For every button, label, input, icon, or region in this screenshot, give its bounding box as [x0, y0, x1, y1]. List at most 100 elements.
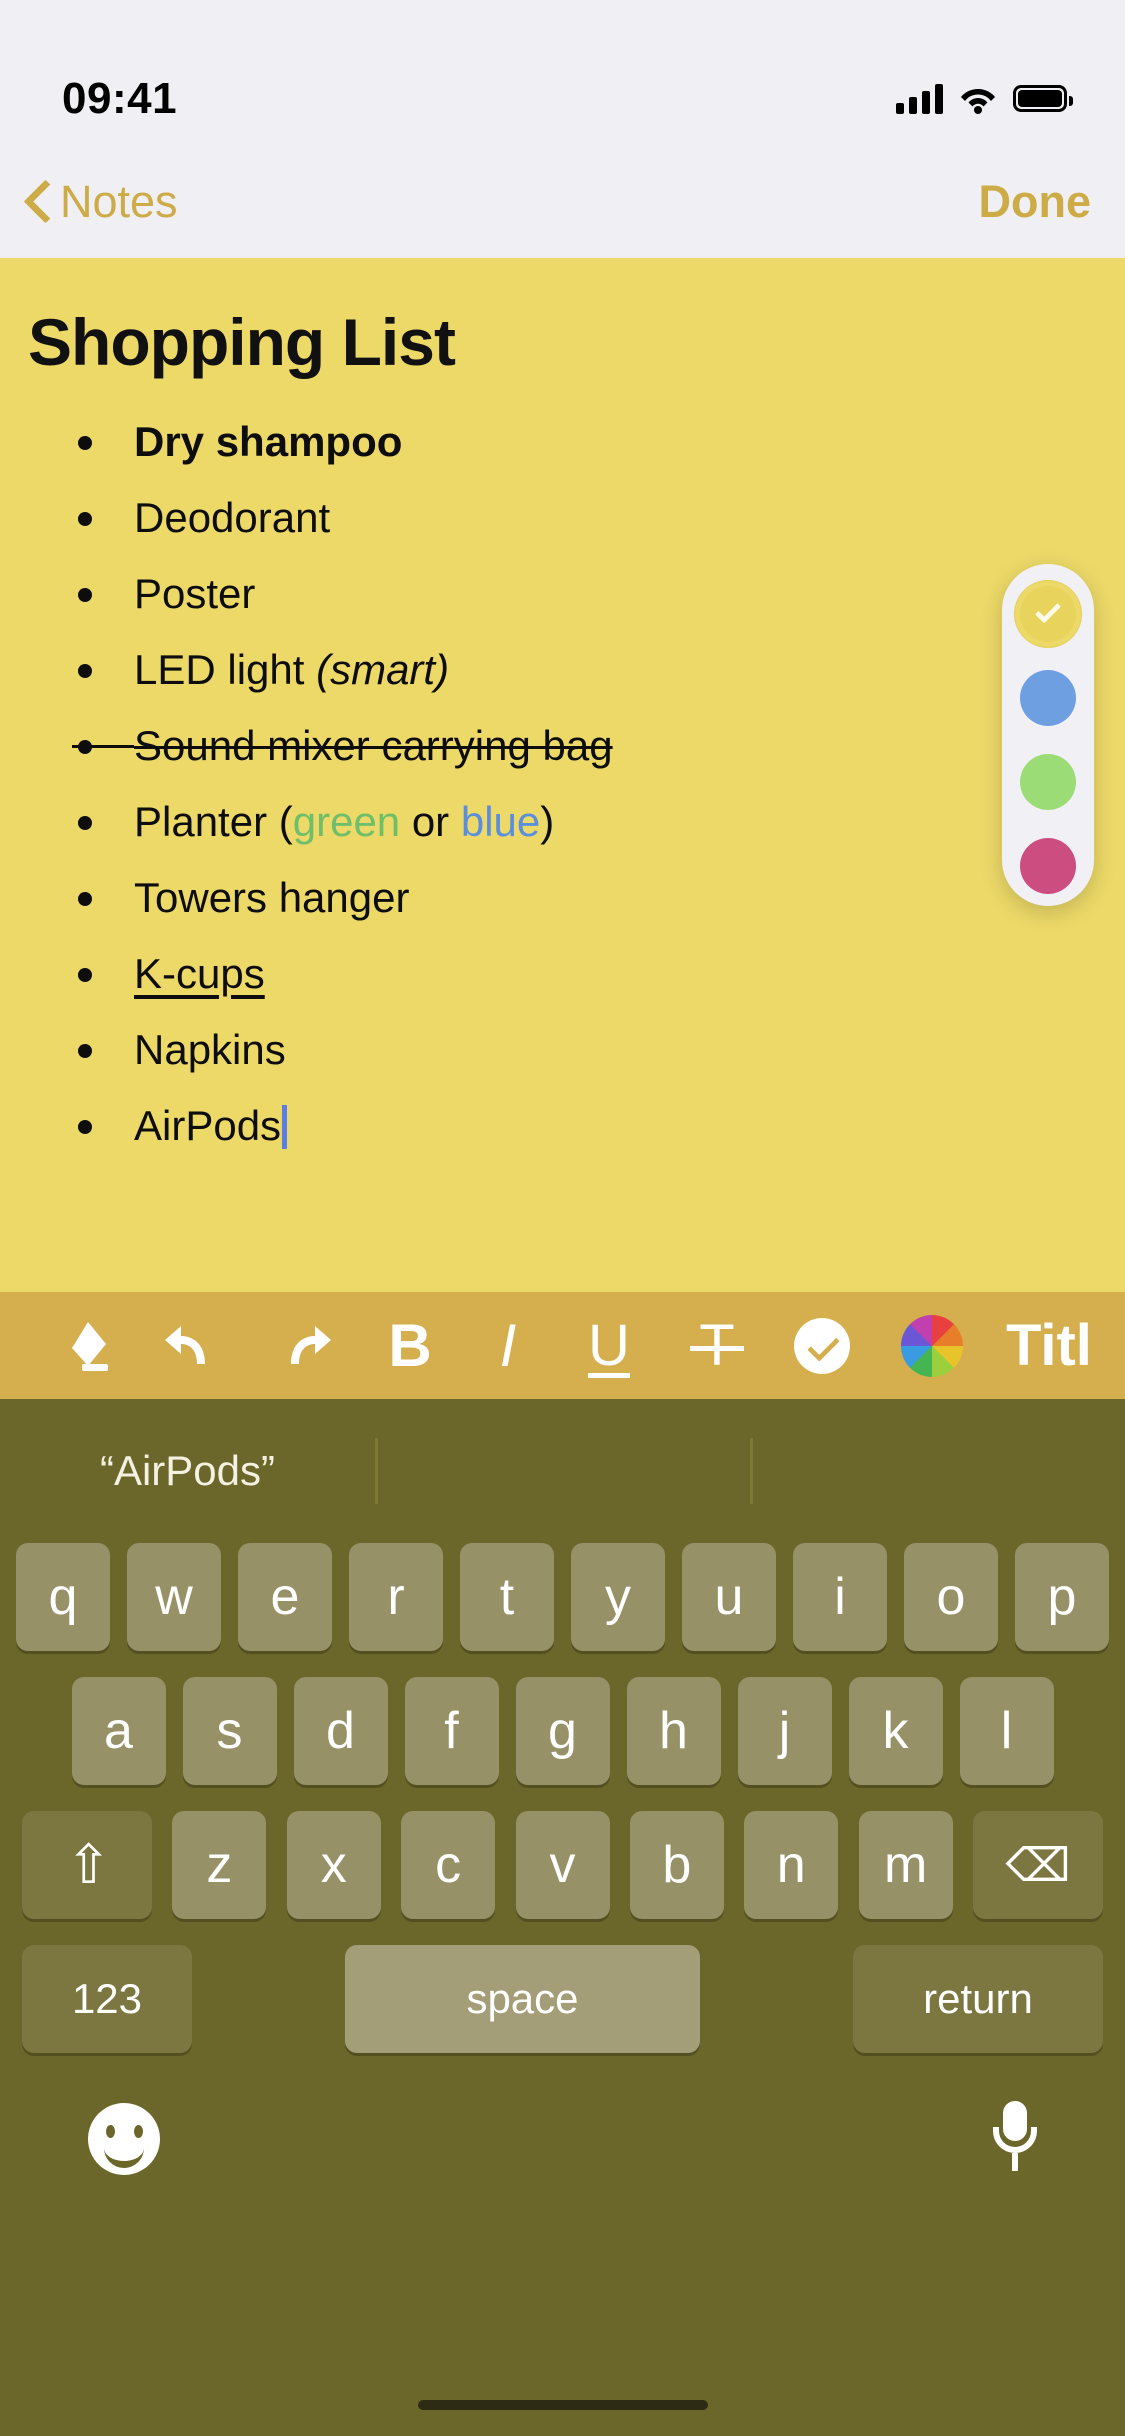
strikethrough-icon[interactable]: T	[664, 1292, 770, 1399]
key-l[interactable]: l	[959, 1677, 1054, 1785]
bullet-icon	[78, 588, 92, 602]
text-cursor	[282, 1105, 288, 1149]
key-r[interactable]: r	[349, 1543, 443, 1651]
list-item[interactable]: LED light (smart)	[78, 646, 1125, 694]
underline-icon[interactable]: U	[554, 1292, 664, 1399]
list-item-text: Towers hanger	[134, 874, 410, 921]
predictive-text-bar[interactable]: “AirPods”	[0, 1399, 1125, 1543]
key-g[interactable]: g	[515, 1677, 610, 1785]
microphone-icon[interactable]	[993, 2101, 1037, 2177]
list-item[interactable]: Towers hanger	[78, 874, 1125, 922]
home-indicator[interactable]	[417, 2400, 708, 2410]
list-item[interactable]: Napkins	[78, 1026, 1125, 1074]
key-f[interactable]: f	[404, 1677, 499, 1785]
list-item-text: )	[540, 798, 555, 845]
key-c[interactable]: c	[401, 1811, 496, 1919]
emoji-icon[interactable]	[88, 2103, 160, 2175]
checklist-icon[interactable]	[770, 1292, 874, 1399]
key-a[interactable]: a	[71, 1677, 166, 1785]
note-content-area[interactable]: Shopping List Dry shampoo Deodorant Post…	[0, 258, 1125, 1292]
list-item[interactable]: K-cups	[78, 950, 1125, 998]
list-item-text: Napkins	[134, 1026, 286, 1073]
color-swatch-pink[interactable]	[1020, 838, 1076, 894]
keyboard-bottom-row	[0, 2079, 1125, 2177]
color-swatch-blue[interactable]	[1020, 670, 1076, 726]
suggestion-divider	[375, 1438, 378, 1504]
color-swatch-yellow[interactable]	[1020, 586, 1076, 642]
numbers-key[interactable]: 123	[22, 1945, 192, 2053]
key-b[interactable]: b	[629, 1811, 724, 1919]
undo-icon[interactable]	[138, 1292, 248, 1399]
key-k[interactable]: k	[848, 1677, 943, 1785]
delete-icon[interactable]: ⌫	[973, 1811, 1103, 1919]
bullet-icon	[78, 436, 92, 450]
back-to-notes-button[interactable]: Notes	[24, 176, 178, 228]
list-item[interactable]: Poster	[78, 570, 1125, 618]
key-p[interactable]: p	[1015, 1543, 1109, 1651]
key-e[interactable]: e	[238, 1543, 332, 1651]
key-s[interactable]: s	[182, 1677, 277, 1785]
space-key[interactable]: space	[345, 1945, 700, 2053]
return-key[interactable]: return	[853, 1945, 1103, 2053]
list-item[interactable]: Planter (green or blue)	[78, 798, 1125, 846]
keyboard-row-4: 123 space return	[10, 1945, 1115, 2053]
key-i[interactable]: i	[793, 1543, 887, 1651]
key-m[interactable]: m	[858, 1811, 953, 1919]
color-swatch-green[interactable]	[1020, 754, 1076, 810]
key-d[interactable]: d	[293, 1677, 388, 1785]
list-item-text: Sound mixer carrying bag	[134, 722, 613, 769]
shift-icon[interactable]	[22, 1811, 152, 1919]
bullet-icon	[78, 512, 92, 526]
list-item-text: Dry shampoo	[134, 418, 403, 465]
shopping-list[interactable]: Dry shampoo Deodorant Poster LED light (…	[0, 418, 1125, 1150]
list-item-active[interactable]: AirPods	[78, 1102, 1125, 1150]
key-o[interactable]: o	[904, 1543, 998, 1651]
color-wheel-glyph	[901, 1314, 963, 1377]
color-wheel-icon[interactable]	[874, 1292, 990, 1399]
list-item-completed[interactable]: Sound mixer carrying bag	[72, 722, 1125, 770]
italic-icon[interactable]: I	[462, 1292, 554, 1399]
shift-glyph	[66, 1842, 108, 1888]
list-item-text: Deodorant	[134, 494, 331, 541]
list-item-text: LED light	[134, 646, 317, 693]
eraser-icon[interactable]	[42, 1292, 138, 1399]
list-item[interactable]: Dry shampoo	[78, 418, 1125, 466]
bullet-icon	[78, 664, 92, 678]
list-item-text-green: green	[292, 798, 401, 845]
key-q[interactable]: q	[16, 1543, 110, 1651]
note-title[interactable]: Shopping List	[0, 258, 1125, 380]
formatting-toolbar[interactable]: B I U T Titl	[0, 1292, 1125, 1399]
bullet-icon	[78, 1044, 92, 1058]
note-color-picker[interactable]	[1002, 564, 1094, 906]
list-item-text: Planter (	[134, 798, 293, 845]
key-u[interactable]: u	[682, 1543, 776, 1651]
key-t[interactable]: t	[460, 1543, 554, 1651]
bullet-icon	[78, 816, 92, 830]
list-item-text-italic: (smart)	[316, 646, 450, 693]
bullet-icon	[78, 968, 92, 982]
redo-icon[interactable]	[248, 1292, 358, 1399]
key-z[interactable]: z	[172, 1811, 267, 1919]
title-style-button[interactable]: Titl	[990, 1292, 1092, 1399]
key-j[interactable]: j	[737, 1677, 832, 1785]
status-bar: 09:41	[0, 0, 1125, 145]
keyboard-row-2: a s d f g h j k l	[10, 1677, 1115, 1785]
key-v[interactable]: v	[515, 1811, 610, 1919]
keyboard-row-1: q w e r t y u i o p	[10, 1543, 1115, 1651]
suggestion-item-1[interactable]: “AirPods”	[0, 1447, 375, 1495]
delete-glyph: ⌫	[1005, 1839, 1071, 1891]
key-y[interactable]: y	[571, 1543, 665, 1651]
key-h[interactable]: h	[626, 1677, 721, 1785]
suggestion-divider	[750, 1438, 753, 1504]
key-x[interactable]: x	[286, 1811, 381, 1919]
chevron-left-icon	[24, 180, 50, 224]
on-screen-keyboard[interactable]: “AirPods” q w e r t y u i o p a s d f g …	[0, 1399, 1125, 2436]
list-item-text: Poster	[134, 570, 256, 617]
key-n[interactable]: n	[744, 1811, 839, 1919]
bold-icon[interactable]: B	[358, 1292, 462, 1399]
list-item[interactable]: Deodorant	[78, 494, 1125, 542]
key-w[interactable]: w	[127, 1543, 221, 1651]
done-button[interactable]: Done	[979, 176, 1092, 228]
checkmark-icon	[1034, 597, 1062, 624]
notes-app-screen: 09:41 Notes Done Shopping List Dry shamp…	[0, 0, 1125, 2436]
